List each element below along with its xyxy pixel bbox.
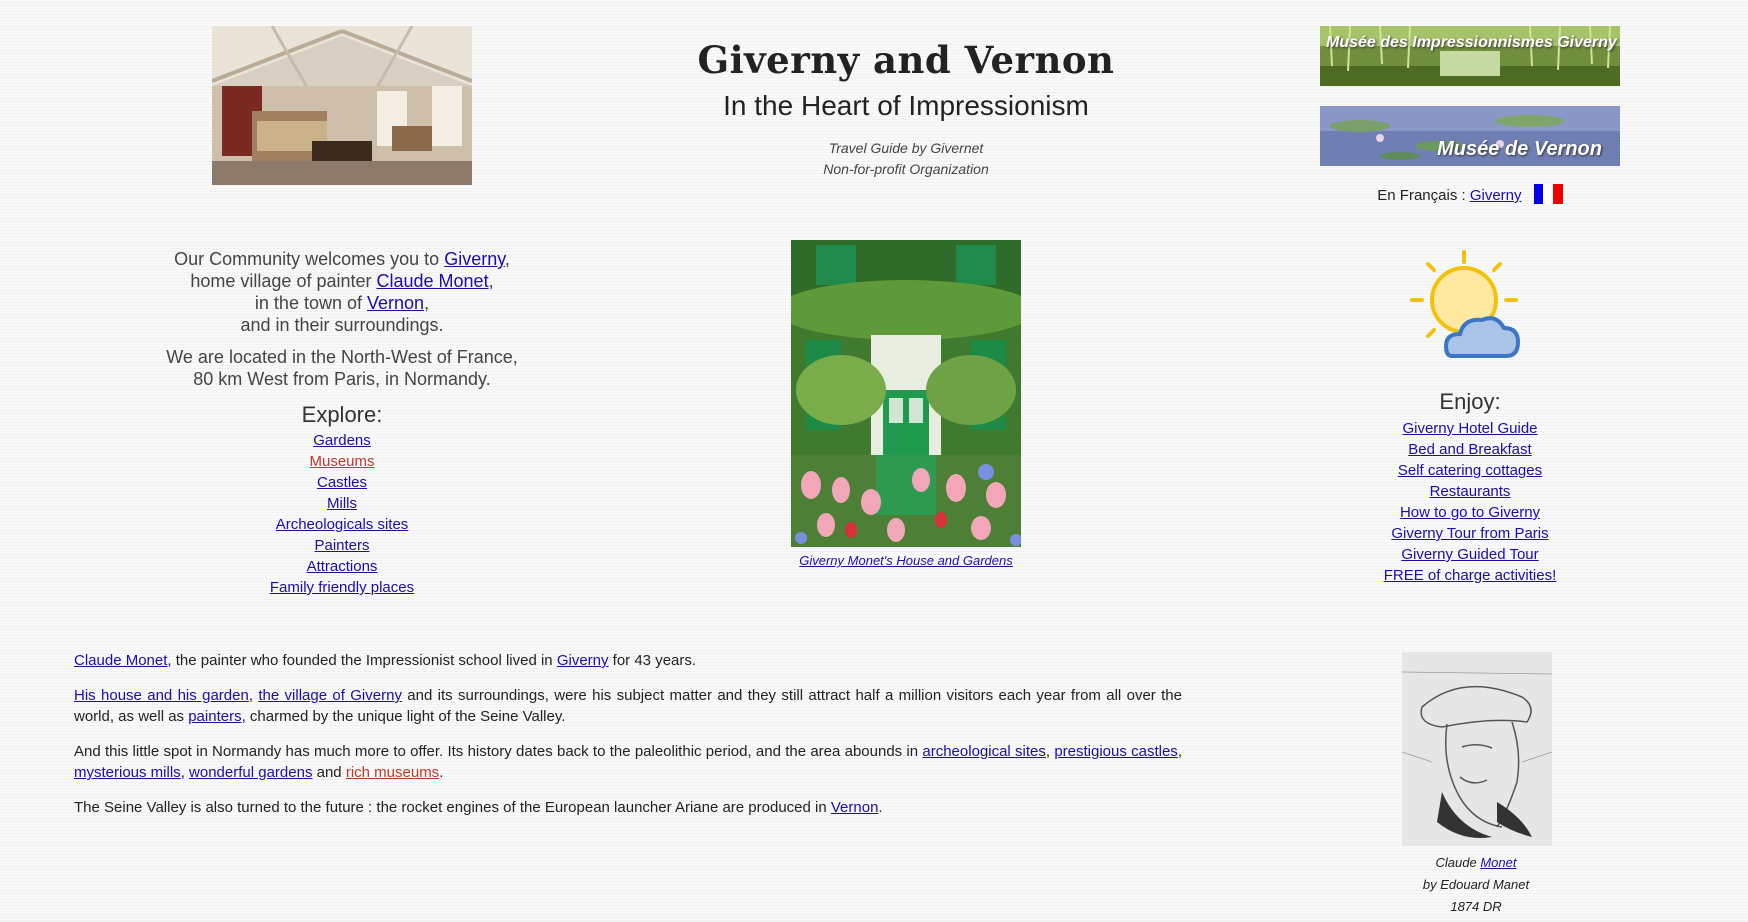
- vernon-link[interactable]: Vernon: [367, 293, 424, 313]
- intro-text: Claude Monet, the painter who founded th…: [74, 650, 1182, 832]
- paragraph-text: The Seine Valley is also turned to the f…: [74, 799, 831, 816]
- site-header: Giverny and Vernon In the Heart of Impre…: [660, 36, 1152, 180]
- tagline-line: Travel Guide by Givernet: [828, 140, 984, 156]
- location-text: We are located in the North-West of Fran…: [166, 347, 518, 367]
- explore-link-family-places[interactable]: Family friendly places: [270, 579, 414, 596]
- paragraph-text: , the painter who founded the Impression…: [167, 652, 557, 669]
- monet-link[interactable]: Monet: [1480, 855, 1516, 870]
- tagline-line: Non-for-profit Organization: [823, 161, 989, 177]
- portrait-caption: Claude Monet by Edouard Manet 1874 DR: [1396, 852, 1556, 918]
- page-subtitle: In the Heart of Impressionism: [723, 90, 1089, 121]
- caption-text: Claude: [1435, 855, 1481, 870]
- punctuation: ,: [488, 271, 494, 291]
- punctuation: ,: [424, 293, 430, 313]
- archeological-sites-link[interactable]: archeological sites: [922, 743, 1046, 760]
- welcome-text: in the town of: [254, 293, 367, 313]
- paragraph-text: .: [878, 799, 883, 816]
- castles-link[interactable]: prestigious castles: [1054, 743, 1178, 760]
- explore-heading: Explore:: [301, 402, 383, 427]
- caption-line: Claude Monet: [1396, 852, 1556, 874]
- intro-paragraph: The Seine Valley is also turned to the f…: [74, 797, 1182, 818]
- banner-label: Musée des Impressionnismes Giverny: [1326, 34, 1617, 51]
- claude-monet-link[interactable]: Claude Monet: [377, 271, 489, 291]
- banner-label: Musée de Vernon: [1437, 138, 1602, 160]
- welcome-text: and in their surroundings.: [240, 315, 444, 335]
- enjoy-link-self-catering[interactable]: Self catering cottages: [1398, 462, 1542, 479]
- welcome-section: Our Community welcomes you to Giverny, h…: [132, 248, 552, 598]
- paragraph-text: for 43 years.: [608, 652, 697, 669]
- enjoy-link-how-to-go[interactable]: How to go to Giverny: [1400, 504, 1540, 521]
- enjoy-link-tour-from-paris[interactable]: Giverny Tour from Paris: [1391, 525, 1548, 542]
- welcome-text: Our Community welcomes you to: [174, 249, 445, 269]
- claude-monet-link[interactable]: Claude Monet: [74, 652, 167, 669]
- french-version-link[interactable]: Giverny: [1470, 187, 1522, 204]
- explore-link-museums[interactable]: Museums: [309, 453, 374, 470]
- explore-link-castles[interactable]: Castles: [317, 474, 367, 491]
- explore-link-painters[interactable]: Painters: [314, 537, 369, 554]
- enjoy-link-hotel-guide[interactable]: Giverny Hotel Guide: [1402, 420, 1537, 437]
- explore-link-gardens[interactable]: Gardens: [313, 432, 371, 449]
- explore-link-attractions[interactable]: Attractions: [307, 558, 378, 575]
- explore-link-archeological-sites[interactable]: Archeologicals sites: [276, 516, 409, 533]
- location-text: 80 km West from Paris, in Normandy.: [193, 369, 491, 389]
- house-gardens-link[interactable]: Giverny Monet's House and Gardens: [799, 553, 1012, 568]
- enjoy-section: Enjoy: Giverny Hotel Guide Bed and Break…: [1320, 388, 1620, 586]
- museums-link[interactable]: rich museums: [346, 764, 439, 781]
- location-paragraph: We are located in the North-West of Fran…: [132, 346, 552, 390]
- explore-list: Gardens Museums Castles Mills Archeologi…: [132, 430, 552, 598]
- monet-portrait-drawing: [1402, 652, 1552, 846]
- caption-line: by Edouard Manet: [1422, 877, 1530, 892]
- village-giverny-link[interactable]: the village of Giverny: [258, 687, 402, 704]
- intro-paragraph: And this little spot in Normandy has muc…: [74, 741, 1182, 783]
- french-flag-icon[interactable]: [1533, 184, 1563, 204]
- museum-vernon-banner[interactable]: Musée de Vernon: [1320, 106, 1620, 166]
- paragraph-text: .: [439, 764, 444, 781]
- language-label: En Français :: [1377, 187, 1470, 204]
- caption-line: 1874 DR: [1450, 899, 1502, 914]
- tagline: Travel Guide by Givernet Non-for-profit …: [660, 138, 1152, 180]
- paragraph-text: and: [312, 764, 346, 781]
- enjoy-link-bed-breakfast[interactable]: Bed and Breakfast: [1408, 441, 1531, 458]
- enjoy-link-guided-tour[interactable]: Giverny Guided Tour: [1401, 546, 1538, 563]
- house-garden-link[interactable]: His house and his garden: [74, 687, 249, 704]
- giverny-link[interactable]: Giverny: [444, 249, 505, 269]
- paragraph-text: And this little spot in Normandy has muc…: [74, 743, 923, 760]
- vernon-link[interactable]: Vernon: [831, 799, 879, 816]
- monet-house-photo[interactable]: [791, 240, 1021, 547]
- sun-cloud-icon: [1410, 248, 1530, 360]
- enjoy-list: Giverny Hotel Guide Bed and Breakfast Se…: [1320, 418, 1620, 586]
- museum-impressionism-banner[interactable]: Musée des Impressionnismes Giverny: [1320, 26, 1620, 86]
- paragraph-text: charmed by the unique light of the Seine…: [245, 708, 566, 725]
- welcome-paragraph: Our Community welcomes you to Giverny, h…: [132, 248, 552, 336]
- gardens-link[interactable]: wonderful gardens: [189, 764, 312, 781]
- enjoy-link-free-activities[interactable]: FREE of charge activities!: [1384, 567, 1557, 584]
- paragraph-text: ,: [1177, 743, 1182, 760]
- mills-link[interactable]: mysterious mills: [74, 764, 181, 781]
- page-title: Giverny and Vernon: [697, 38, 1115, 82]
- painters-link[interactable]: painters,: [188, 708, 246, 725]
- giverny-link[interactable]: Giverny: [557, 652, 609, 669]
- enjoy-link-restaurants[interactable]: Restaurants: [1430, 483, 1511, 500]
- enjoy-heading: Enjoy:: [1439, 389, 1501, 414]
- paragraph-text: ,: [248, 687, 259, 704]
- punctuation: ,: [504, 249, 510, 269]
- intro-paragraph: His house and his garden, the village of…: [74, 685, 1182, 727]
- intro-paragraph: Claude Monet, the painter who founded th…: [74, 650, 1182, 671]
- house-caption: Giverny Monet's House and Gardens: [736, 553, 1076, 568]
- explore-link-mills[interactable]: Mills: [327, 495, 357, 512]
- bedroom-photo: [212, 26, 472, 185]
- language-switch: En Français : Giverny: [1320, 184, 1620, 204]
- welcome-text: home village of painter: [190, 271, 377, 291]
- paragraph-text: ,: [180, 764, 190, 781]
